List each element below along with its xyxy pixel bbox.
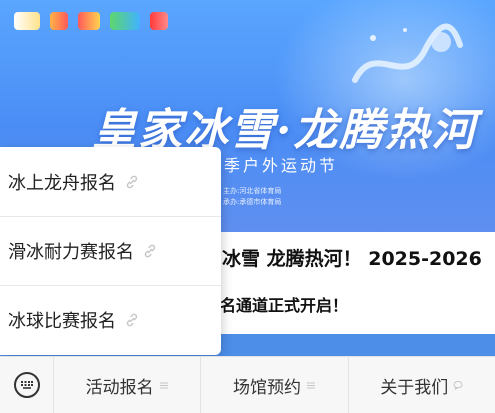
tab-event-registration[interactable]: 活动报名 bbox=[54, 356, 202, 413]
submenu-item-label: 滑冰耐力赛报名 bbox=[8, 242, 134, 263]
sponsor-logos bbox=[14, 12, 168, 30]
sponsor-logo bbox=[150, 12, 168, 30]
keyboard-icon bbox=[13, 372, 40, 398]
banner-subtitle: 季户外运动节 bbox=[224, 156, 339, 175]
banner-host-info: 主办:河北省体育局 承办:承德市体育局 bbox=[223, 186, 281, 208]
tab-venue-booking[interactable]: 场馆预约 bbox=[201, 356, 349, 413]
keyboard-toggle-button[interactable] bbox=[0, 356, 54, 413]
registration-submenu: 冰上龙舟报名 滑冰耐力赛报名 冰球比赛报名 bbox=[0, 147, 221, 355]
submenu-item-label: 冰球比赛报名 bbox=[8, 311, 116, 332]
menu-lines-icon bbox=[159, 382, 168, 389]
tab-about-us[interactable]: 关于我们 bbox=[349, 357, 495, 413]
tab-label: 关于我们 bbox=[380, 377, 449, 398]
tab-label: 场馆预约 bbox=[232, 377, 301, 398]
submenu-item-ice-hockey[interactable]: 冰球比赛报名 bbox=[0, 285, 221, 354]
link-icon bbox=[126, 313, 138, 327]
submenu-item-dragon-boat[interactable]: 冰上龙舟报名 bbox=[0, 147, 221, 216]
article-headline-text: 冰雪 龙腾热河！ 2025-2026 bbox=[222, 248, 482, 270]
host-line: 承办:承德市体育局 bbox=[223, 198, 282, 206]
host-line: 主办:河北省体育局 bbox=[223, 187, 282, 195]
tab-label: 活动报名 bbox=[85, 377, 154, 398]
sponsor-logo bbox=[50, 12, 68, 30]
submenu-item-label: 冰上龙舟报名 bbox=[8, 172, 116, 194]
bottom-menu-bar: 活动报名 场馆预约 关于我们 bbox=[0, 356, 495, 413]
chat-bubble-icon bbox=[453, 380, 463, 390]
link-icon bbox=[126, 175, 138, 188]
link-icon bbox=[144, 244, 156, 258]
wechat-official-account-page: 皇家冰雪·龙腾热河 季户外运动节 主办:河北省体育局 承办:承德市体育局 冰雪 … bbox=[0, 0, 495, 413]
sponsor-logo bbox=[110, 12, 140, 30]
ice-dragon-illustration bbox=[352, 23, 463, 83]
article-subline: 名通道正式开启！ bbox=[220, 296, 349, 315]
submenu-item-endurance-skating[interactable]: 滑冰耐力赛报名 bbox=[0, 216, 221, 285]
sponsor-logo bbox=[14, 12, 40, 30]
menu-lines-icon bbox=[306, 382, 315, 389]
sponsor-logo bbox=[78, 12, 100, 30]
